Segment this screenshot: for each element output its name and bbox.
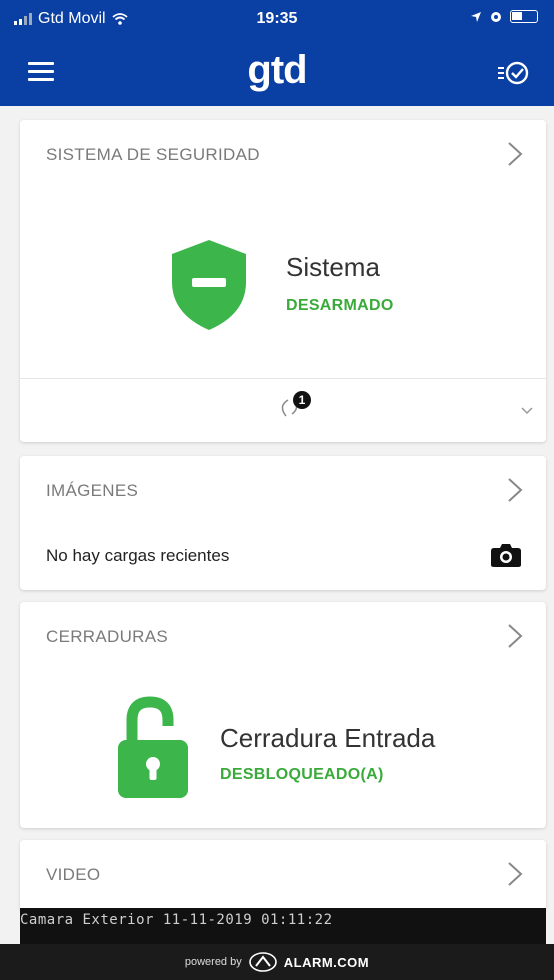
locks-card-header[interactable]: CERRADURAS [20, 602, 546, 672]
sync-icon[interactable] [274, 388, 314, 422]
alarm-com-brand: ALARM.COM [283, 954, 370, 970]
security-status[interactable]: Sistema DESARMADO [170, 238, 394, 332]
images-card: IMÁGENES No hay cargas recientes [20, 456, 546, 590]
security-divider [20, 378, 546, 379]
video-card: VIDEO [20, 840, 546, 910]
sync-badge-count: 1 [298, 393, 306, 407]
security-card-header[interactable]: SISTEMA DE SEGURIDAD [20, 120, 546, 190]
powered-by-footer: powered by ALARM.COM [0, 944, 554, 980]
security-state: DESARMADO [286, 296, 394, 314]
battery-icon [510, 10, 538, 23]
security-title: SISTEMA DE SEGURIDAD [46, 145, 260, 164]
status-bar: Gtd Movil 19:35 [0, 0, 554, 40]
powered-by-label: powered by [184, 956, 242, 968]
lock-state: DESBLOQUEADO(A) [220, 765, 384, 783]
app-logo: gtd [247, 48, 307, 92]
padlock-open-icon [118, 696, 188, 798]
chevron-right-icon[interactable] [506, 476, 524, 504]
security-card: SISTEMA DE SEGURIDAD Sistema DESARMADO 1 [20, 120, 546, 442]
alarm-com-logo-icon [248, 952, 277, 972]
app-bar: gtd [0, 40, 554, 106]
video-thumbnail[interactable]: Camara Exterior 11-11-2019 01:11:22 [20, 908, 546, 944]
images-card-header[interactable]: IMÁGENES [20, 456, 546, 526]
images-title: IMÁGENES [46, 481, 139, 500]
chevron-right-icon[interactable] [506, 622, 524, 650]
tasks-icon[interactable] [496, 58, 532, 88]
lock-status[interactable]: Cerradura Entrada DESBLOQUEADO(A) [116, 696, 435, 800]
chevron-right-icon[interactable] [506, 860, 524, 888]
lock-label: Cerradura Entrada [220, 722, 436, 753]
location-icon [471, 11, 481, 22]
chevron-down-icon[interactable] [520, 406, 534, 416]
camera-icon[interactable] [490, 542, 522, 568]
video-overlay-text: Camara Exterior 11-11-2019 01:11:22 [20, 912, 333, 928]
locks-card: CERRADURAS Cerradura Entrada DESBLOQUEAD… [20, 602, 546, 828]
images-empty-text: No hay cargas recientes [46, 546, 230, 565]
video-card-header[interactable]: VIDEO [20, 840, 546, 910]
shield-icon [172, 240, 246, 330]
security-label: Sistema [286, 251, 380, 282]
chevron-right-icon[interactable] [506, 140, 524, 168]
locks-title: CERRADURAS [46, 627, 169, 646]
video-title: VIDEO [46, 865, 101, 884]
alarm-icon [491, 11, 501, 22]
status-icons [470, 10, 538, 23]
